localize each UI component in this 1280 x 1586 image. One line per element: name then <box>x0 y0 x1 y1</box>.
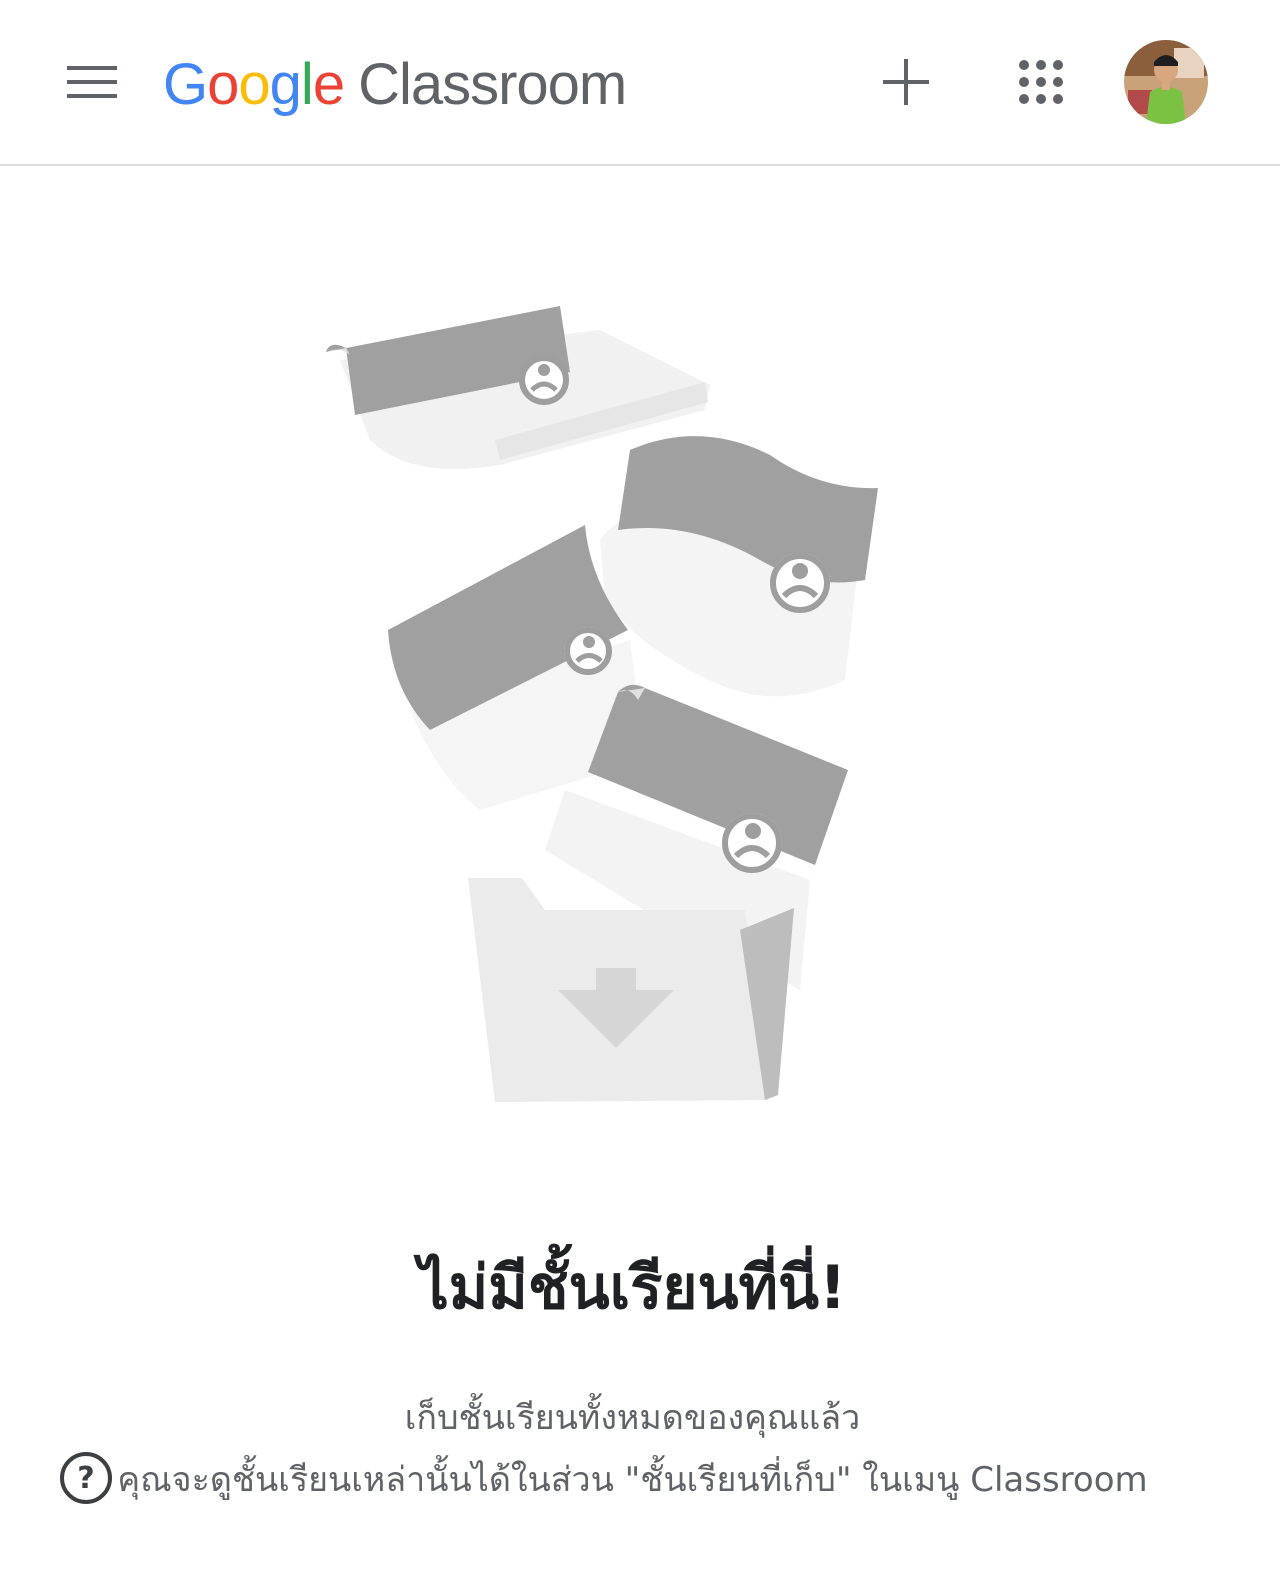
user-avatar <box>1124 40 1208 124</box>
empty-state-illustration <box>300 290 920 1120</box>
empty-state-message-line2: คุณจะดูชั้นเรียนเหล่านั้นได้ในส่วน "ชั้น… <box>117 1460 1148 1500</box>
hamburger-menu-icon <box>67 66 117 98</box>
main-menu-button[interactable] <box>56 50 128 114</box>
empty-state-title: ไม่มีชั้นเรียนที่นี่! <box>418 1253 847 1323</box>
plus-icon <box>883 59 929 105</box>
google-wordmark: Google <box>163 51 345 117</box>
class-card-illustration <box>600 436 878 697</box>
google-apps-button[interactable] <box>1005 46 1077 118</box>
help-question-icon: ? <box>77 1460 95 1496</box>
google-classroom-logo[interactable]: Google Classroom <box>163 44 627 124</box>
product-name: Classroom <box>358 51 627 117</box>
empty-state-message-line1: เก็บชั้นเรียนทั้งหมดของคุณแล้ว <box>404 1398 861 1438</box>
create-or-join-class-button[interactable] <box>870 46 942 118</box>
top-app-bar: Google Classroom <box>0 0 1280 166</box>
classroom-page: Google Classroom ไม่มีชั้นเรียนที่นี่! เ… <box>0 0 1280 1586</box>
help-button[interactable]: ? <box>60 1452 112 1504</box>
google-apps-grid-icon <box>1019 60 1063 104</box>
account-avatar[interactable] <box>1124 40 1208 124</box>
archive-folder-illustration <box>468 878 794 1102</box>
